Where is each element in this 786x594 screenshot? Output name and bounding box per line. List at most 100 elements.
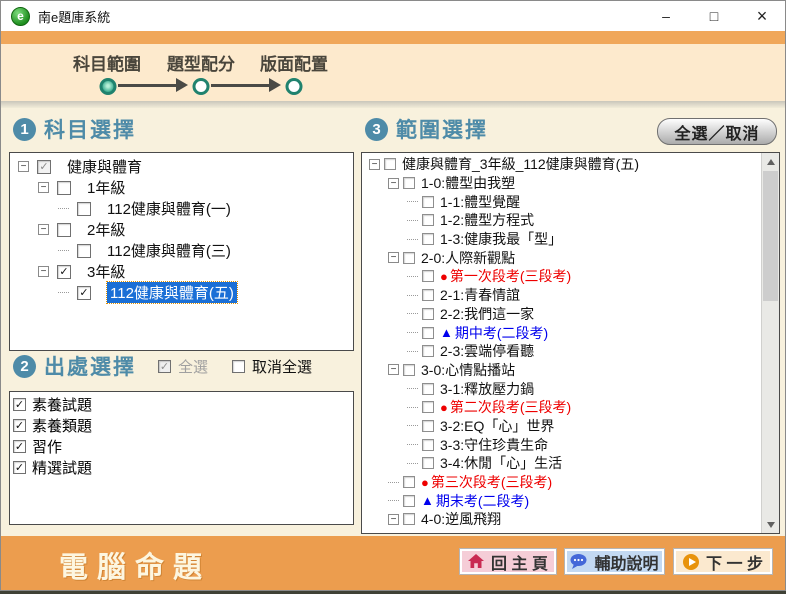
tree-item-label[interactable]: 2年級 bbox=[87, 219, 125, 240]
vertical-scrollbar[interactable] bbox=[761, 153, 779, 533]
scroll-down-button[interactable] bbox=[762, 516, 779, 533]
tree-item-checkbox[interactable] bbox=[422, 401, 434, 413]
tree-row[interactable]: ●第三次段考(三段考) bbox=[362, 473, 761, 492]
tree-row[interactable]: 1-3:健康我最「型」 bbox=[362, 230, 761, 249]
source-item[interactable]: 素養類題 bbox=[10, 415, 353, 436]
expand-collapse-icon[interactable] bbox=[38, 266, 49, 277]
tree-row[interactable]: 1-0:體型由我塑 bbox=[362, 174, 761, 193]
tree-item-label[interactable]: 1-0:體型由我塑 bbox=[421, 173, 515, 193]
tree-item-checkbox[interactable] bbox=[403, 252, 415, 264]
tree-row[interactable]: 1年級 bbox=[10, 177, 353, 198]
select-all-toggle-button[interactable]: 全選／取消 bbox=[657, 118, 777, 145]
tree-item-checkbox[interactable] bbox=[57, 181, 71, 195]
tree-item-checkbox[interactable] bbox=[422, 270, 434, 282]
source-item-checkbox[interactable] bbox=[13, 398, 26, 411]
tree-row[interactable]: 2-1:青春情誼 bbox=[362, 286, 761, 305]
tree-row[interactable]: 4-0:逆風飛翔 bbox=[362, 510, 761, 529]
tree-row[interactable]: 1-1:體型覺醒 bbox=[362, 192, 761, 211]
tree-item-label[interactable]: 第三次段考(三段考) bbox=[431, 472, 552, 492]
tree-row[interactable]: 1-2:體型方程式 bbox=[362, 211, 761, 230]
tree-row[interactable]: 3-1:釋放壓力鍋 bbox=[362, 379, 761, 398]
tree-item-checkbox[interactable] bbox=[422, 383, 434, 395]
tree-item-label[interactable]: 1-1:體型覺醒 bbox=[440, 192, 520, 212]
tree-item-label[interactable]: 4-0:逆風飛翔 bbox=[421, 509, 501, 529]
tree-item-label[interactable]: 1-2:體型方程式 bbox=[440, 210, 534, 230]
deselect-all-option[interactable]: 取消全選 bbox=[232, 356, 312, 377]
source-item[interactable]: 習作 bbox=[10, 436, 353, 457]
tree-row[interactable]: 3-4:休閒「心」生活 bbox=[362, 454, 761, 473]
home-button[interactable]: 回 主 頁 bbox=[459, 548, 557, 575]
expand-collapse-icon[interactable] bbox=[38, 224, 49, 235]
tree-row[interactable]: ●第一次段考(三段考) bbox=[362, 267, 761, 286]
scrollbar-thumb[interactable] bbox=[763, 171, 778, 301]
tree-item-label[interactable]: 2-0:人際新觀點 bbox=[421, 248, 515, 268]
tree-item-label[interactable]: 第二次段考(三段考) bbox=[450, 397, 571, 417]
tree-item-label[interactable]: 2-2:我們這一家 bbox=[440, 304, 534, 324]
source-item-checkbox[interactable] bbox=[13, 440, 26, 453]
tree-row[interactable]: 112健康與體育(三) bbox=[10, 240, 353, 261]
tree-item-label[interactable]: 2-3:雲端停看聽 bbox=[440, 341, 534, 361]
expand-collapse-icon[interactable] bbox=[18, 161, 29, 172]
source-item[interactable]: 精選試題 bbox=[10, 457, 353, 478]
tree-item-checkbox[interactable] bbox=[57, 265, 71, 279]
select-all-checkbox[interactable] bbox=[158, 360, 171, 373]
tree-item-checkbox[interactable] bbox=[422, 196, 434, 208]
tree-row[interactable]: 健康與體育_3年級_112健康與體育(五) bbox=[362, 155, 761, 174]
source-item-checkbox[interactable] bbox=[13, 419, 26, 432]
source-item-checkbox[interactable] bbox=[13, 461, 26, 474]
select-all-option[interactable]: 全選 bbox=[158, 356, 208, 377]
expand-collapse-icon[interactable] bbox=[369, 159, 380, 170]
expand-collapse-icon[interactable] bbox=[388, 514, 399, 525]
tree-item-checkbox[interactable] bbox=[403, 476, 415, 488]
tree-row[interactable]: 3-3:守住珍貴生命 bbox=[362, 435, 761, 454]
tree-item-checkbox[interactable] bbox=[422, 233, 434, 245]
tree-item-label[interactable]: 期末考(二段考) bbox=[436, 491, 529, 511]
tree-item-checkbox[interactable] bbox=[403, 513, 415, 525]
tree-item-label[interactable]: 3-3:守住珍貴生命 bbox=[440, 435, 548, 455]
tree-item-label[interactable]: 3-0:心情點播站 bbox=[421, 360, 515, 380]
tree-item-label[interactable]: 1-3:健康我最「型」 bbox=[440, 229, 562, 249]
tree-item-checkbox[interactable] bbox=[422, 345, 434, 357]
tree-item-checkbox[interactable] bbox=[422, 214, 434, 226]
tree-row[interactable]: ▲期中考(二段考) bbox=[362, 323, 761, 342]
tree-item-label[interactable]: 112健康與體育(三) bbox=[107, 240, 231, 261]
tree-row[interactable]: 2-3:雲端停看聽 bbox=[362, 342, 761, 361]
tree-item-label[interactable]: 112健康與體育(一) bbox=[107, 198, 231, 219]
expand-collapse-icon[interactable] bbox=[388, 178, 399, 189]
tree-item-label[interactable]: 3-2:EQ「心」世界 bbox=[440, 416, 554, 436]
tree-item-checkbox[interactable] bbox=[57, 223, 71, 237]
close-button[interactable]: × bbox=[753, 6, 771, 27]
tree-item-label[interactable]: 2-1:青春情誼 bbox=[440, 285, 520, 305]
tree-item-label[interactable]: 3-1:釋放壓力鍋 bbox=[440, 379, 534, 399]
next-step-button[interactable]: 下 一 步 bbox=[673, 548, 773, 575]
source-item[interactable]: 素養試題 bbox=[10, 394, 353, 415]
tree-item-label[interactable]: 1年級 bbox=[87, 177, 125, 198]
tree-item-label[interactable]: 第一次段考(三段考) bbox=[450, 266, 571, 286]
expand-collapse-icon[interactable] bbox=[38, 182, 49, 193]
tree-item-checkbox[interactable] bbox=[422, 289, 434, 301]
deselect-all-checkbox[interactable] bbox=[232, 360, 245, 373]
tree-item-checkbox[interactable] bbox=[403, 177, 415, 189]
tree-item-checkbox[interactable] bbox=[77, 244, 91, 258]
tree-row[interactable]: 2-0:人際新觀點 bbox=[362, 248, 761, 267]
tree-item-checkbox[interactable] bbox=[37, 160, 51, 174]
minimize-button[interactable]: – bbox=[657, 8, 675, 24]
tree-row[interactable]: 3-0:心情點播站 bbox=[362, 361, 761, 380]
tree-item-checkbox[interactable] bbox=[77, 202, 91, 216]
tree-row[interactable]: 2-2:我們這一家 bbox=[362, 305, 761, 324]
tree-row[interactable]: 3年級 bbox=[10, 261, 353, 282]
tree-item-checkbox[interactable] bbox=[422, 457, 434, 469]
tree-row[interactable]: 3-2:EQ「心」世界 bbox=[362, 417, 761, 436]
scroll-up-button[interactable] bbox=[762, 153, 779, 170]
tree-item-label[interactable]: 健康與體育_3年級_112健康與體育(五) bbox=[402, 154, 639, 174]
tree-row[interactable]: 健康與體育 bbox=[10, 156, 353, 177]
tree-item-label[interactable]: 112健康與體育(五) bbox=[107, 282, 237, 303]
tree-item-label[interactable]: 健康與體育 bbox=[67, 156, 142, 177]
tree-row[interactable]: 112健康與體育(一) bbox=[10, 198, 353, 219]
help-button[interactable]: 輔助說明 bbox=[564, 548, 665, 575]
tree-item-checkbox[interactable] bbox=[422, 420, 434, 432]
tree-item-checkbox[interactable] bbox=[403, 364, 415, 376]
tree-item-checkbox[interactable] bbox=[403, 495, 415, 507]
tree-item-checkbox[interactable] bbox=[77, 286, 91, 300]
tree-row[interactable]: ▲期末考(二段考) bbox=[362, 491, 761, 510]
